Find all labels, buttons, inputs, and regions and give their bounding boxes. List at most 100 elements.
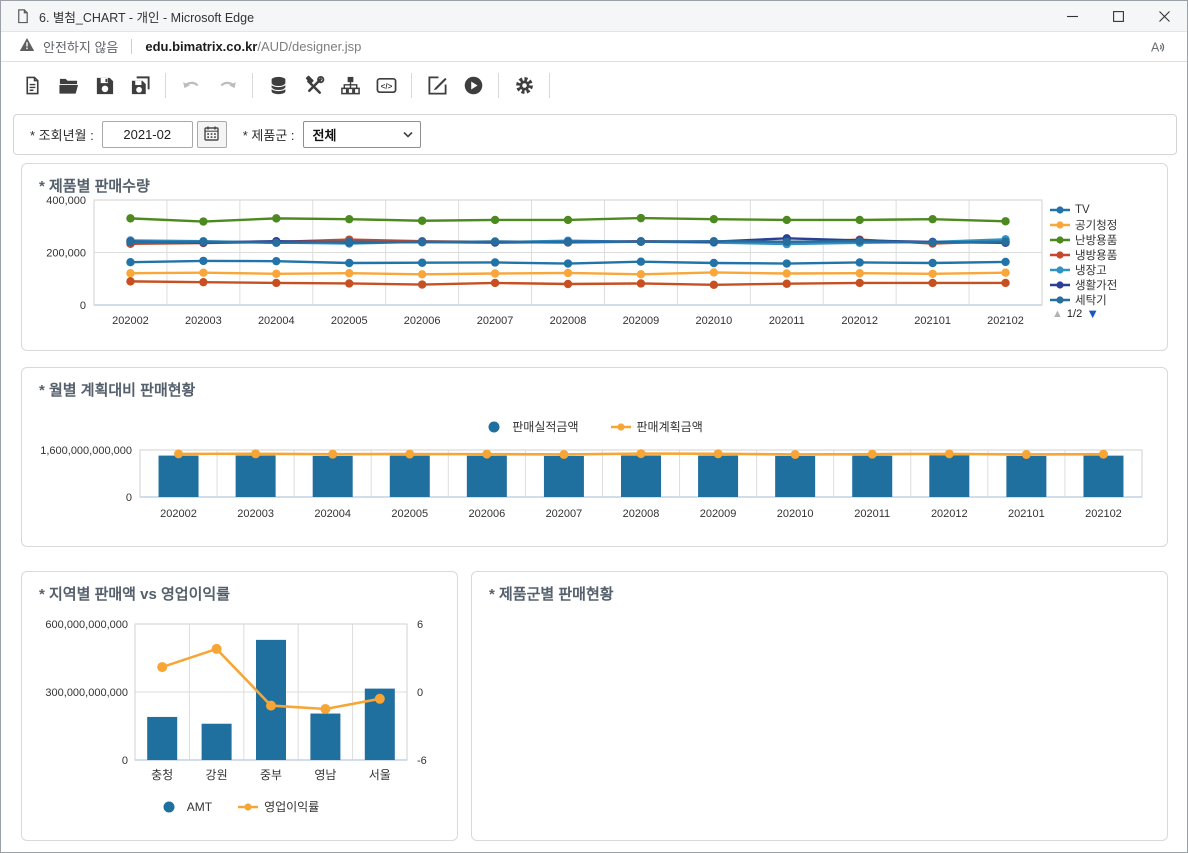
legend-item: 공기청정	[1050, 217, 1166, 232]
legend-item: 생활가전	[1050, 277, 1166, 292]
svg-text:0: 0	[417, 687, 423, 699]
edit-icon	[427, 75, 448, 96]
legend-line-marker	[1050, 204, 1070, 216]
toolbar-separator	[411, 73, 412, 98]
legend-item: 난방용품	[1050, 232, 1166, 247]
legend-pagination: ▲ 1/2 ▼	[1052, 306, 1099, 321]
svg-text:202002: 202002	[112, 315, 149, 327]
product-group-sales-panel: * 제품군별 판매현황	[471, 571, 1168, 841]
panel-title: * 월별 계획대비 판매현황	[39, 379, 195, 400]
toolbar-redo-button[interactable]	[212, 71, 242, 101]
browser-window: 6. 별첨_CHART - 개인 - Microsoft Edge 안전하지 않…	[0, 0, 1188, 853]
toolbar: </>	[1, 62, 1187, 109]
svg-text:202005: 202005	[331, 315, 368, 327]
legend-line-marker	[1050, 234, 1070, 246]
maximize-button[interactable]	[1095, 1, 1141, 31]
new-document-icon	[22, 75, 43, 96]
svg-text:202012: 202012	[931, 508, 968, 520]
legend-prev-icon[interactable]: ▲	[1052, 308, 1063, 320]
svg-text:202006: 202006	[404, 315, 441, 327]
toolbar-database-button[interactable]	[263, 71, 293, 101]
url-domain: edu.bimatrix.co.kr	[145, 39, 257, 54]
svg-text:강원: 강원	[206, 768, 228, 782]
svg-text:</>: </>	[380, 82, 392, 91]
svg-text:0: 0	[126, 492, 132, 504]
page-favicon-icon	[15, 8, 30, 24]
toolbar-save-button[interactable]	[89, 71, 119, 101]
svg-text:202011: 202011	[769, 315, 805, 327]
monthly-plan-vs-actual-panel: * 월별 계획대비 판매현황 판매실적금액판매계획금액 1,600,000,00…	[21, 367, 1168, 547]
read-aloud-button[interactable]: A	[1150, 39, 1169, 55]
toolbar-settings-button[interactable]	[509, 71, 539, 101]
site-security-button[interactable]: 안전하지 않음	[19, 37, 118, 57]
url-path: /AUD/designer.jsp	[257, 39, 361, 54]
region-sales-profit-panel: * 지역별 판매액 vs 영업이익률 600,000,000,000300,00…	[21, 571, 458, 841]
toolbar-run-button[interactable]	[458, 71, 488, 101]
chart-legend: TV공기청정난방용품냉방용품냉장고생활가전세탁기	[1050, 202, 1166, 306]
legend-item: 세탁기	[1050, 292, 1166, 306]
panel-title: * 제품군별 판매현황	[489, 583, 614, 604]
legend-item-label: AMT	[187, 800, 212, 814]
legend-line-marker	[238, 801, 258, 813]
svg-text:202006: 202006	[468, 508, 505, 520]
svg-text:202008: 202008	[550, 315, 587, 327]
window-controls	[1049, 1, 1187, 31]
svg-text:202007: 202007	[546, 508, 583, 520]
svg-text:202012: 202012	[841, 315, 878, 327]
toolbar-separator	[549, 73, 550, 98]
svg-text:400,000: 400,000	[46, 195, 86, 207]
svg-text:1,600,000,000,000: 1,600,000,000,000	[40, 445, 132, 457]
toolbar-undo-button[interactable]	[176, 71, 206, 101]
date-filter-label: * 조회년월 :	[30, 125, 94, 144]
svg-text:영남: 영남	[314, 768, 336, 782]
code-editor-icon: </>	[376, 75, 397, 96]
legend-item: AMT	[161, 800, 212, 814]
legend-line-marker	[1050, 219, 1070, 231]
legend-item-label: 영업이익률	[264, 798, 319, 815]
svg-text:202008: 202008	[623, 508, 660, 520]
legend-page-label: 1/2	[1067, 308, 1082, 320]
toolbar-tools-button[interactable]	[299, 71, 329, 101]
address-bar: 안전하지 않음 edu.bimatrix.co.kr/AUD/designer.…	[1, 32, 1187, 62]
chevron-down-icon	[403, 131, 413, 138]
run-icon	[463, 75, 484, 96]
svg-text:202004: 202004	[314, 508, 351, 520]
toolbar-open-folder-button[interactable]	[53, 71, 83, 101]
toolbar-separator	[252, 73, 253, 98]
legend-dot-marker	[161, 801, 181, 813]
toolbar-new-document-button[interactable]	[17, 71, 47, 101]
toolbar-save-all-button[interactable]	[125, 71, 155, 101]
toolbar-code-editor-button[interactable]: </>	[371, 71, 401, 101]
svg-text:202007: 202007	[477, 315, 514, 327]
svg-text:-6: -6	[417, 755, 427, 767]
svg-text:6: 6	[417, 619, 423, 631]
svg-text:202010: 202010	[777, 508, 814, 520]
svg-text:202009: 202009	[700, 508, 737, 520]
svg-text:202101: 202101	[1008, 508, 1045, 520]
legend-line-marker	[1050, 264, 1070, 276]
legend-next-icon[interactable]: ▼	[1086, 306, 1099, 321]
svg-text:202101: 202101	[914, 315, 951, 327]
close-button[interactable]	[1141, 1, 1187, 31]
legend-item-label: 냉장고	[1075, 262, 1107, 278]
svg-text:202003: 202003	[237, 508, 274, 520]
undo-icon	[181, 75, 202, 96]
address-url[interactable]: edu.bimatrix.co.kr/AUD/designer.jsp	[145, 39, 361, 54]
product-select[interactable]: 전체	[303, 121, 421, 148]
page-content: * 조회년월 : * 제품군 : 전체 * 제품별 판매수량 400,00020…	[1, 111, 1187, 852]
products-sales-panel: * 제품별 판매수량 400,000200,000020200220200320…	[21, 163, 1168, 351]
svg-text:202003: 202003	[185, 315, 222, 327]
minimize-button[interactable]	[1049, 1, 1095, 31]
legend-item-label: 냉방용품	[1075, 247, 1117, 263]
calendar-button[interactable]	[197, 121, 227, 148]
toolbar-edit-button[interactable]	[422, 71, 452, 101]
toolbar-hierarchy-button[interactable]	[335, 71, 365, 101]
legend-line-marker	[1050, 279, 1070, 291]
redo-icon	[217, 75, 238, 96]
legend-item: 영업이익률	[238, 798, 319, 815]
product-select-value: 전체	[313, 125, 337, 144]
svg-text:202010: 202010	[695, 315, 732, 327]
date-input[interactable]	[102, 121, 193, 148]
svg-text:600,000,000,000: 600,000,000,000	[45, 619, 128, 631]
svg-text:서울: 서울	[369, 768, 391, 782]
